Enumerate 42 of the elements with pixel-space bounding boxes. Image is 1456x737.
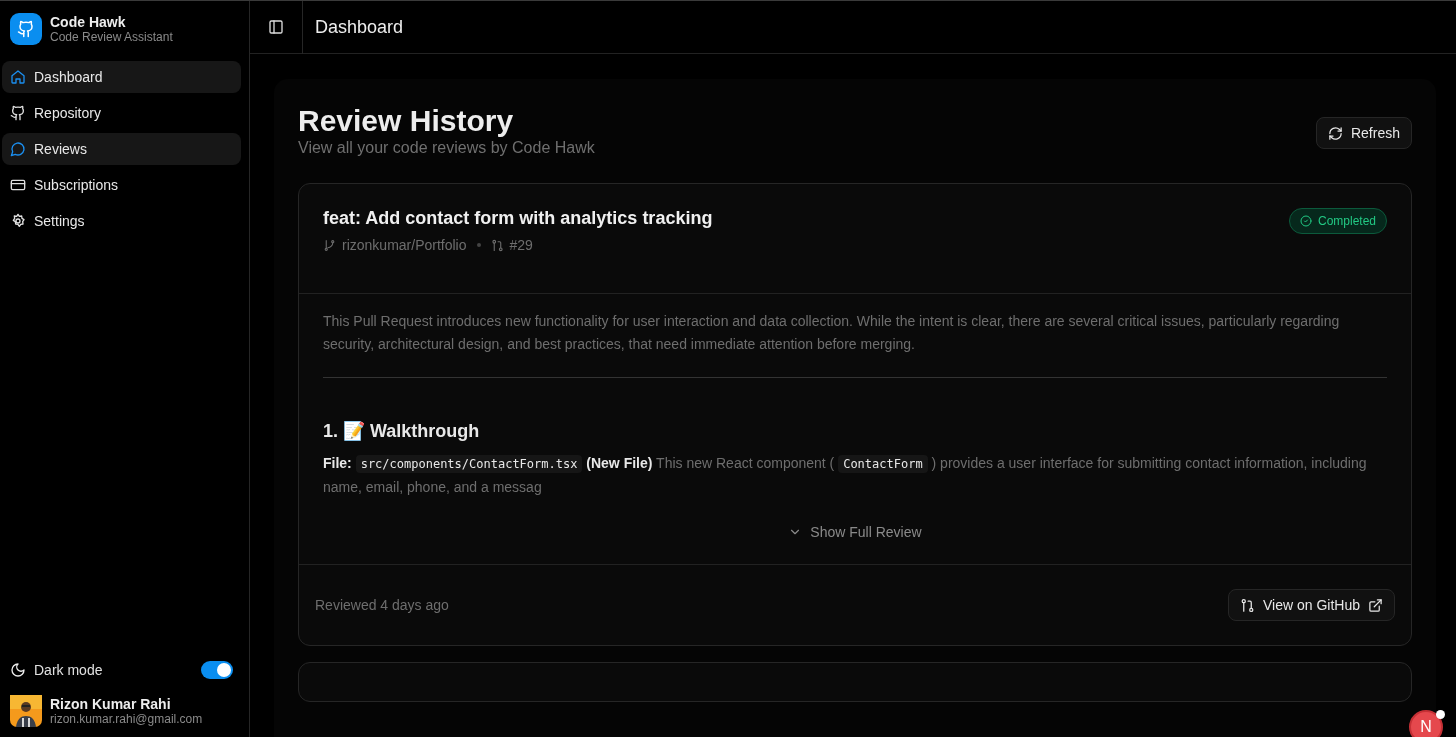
status-badge: Completed <box>1288 208 1387 234</box>
sidebar-item[interactable]: Settings <box>2 205 241 237</box>
show-full-review-button[interactable]: Show Full Review <box>780 520 930 544</box>
dark-mode-label: Dark mode <box>34 662 104 678</box>
app-subtitle: Code Review Assistant <box>50 30 173 44</box>
github-icon <box>10 105 26 121</box>
section-heading: 1. 📝 Walkthrough <box>323 420 481 442</box>
check-circle-icon <box>1299 215 1312 227</box>
pull-request-number: #29 <box>509 237 533 253</box>
indicator-dot <box>1436 710 1445 719</box>
page-title: Review History <box>298 103 515 139</box>
app-name: Code Hawk <box>50 14 127 30</box>
dark-mode-toggle[interactable] <box>201 661 233 679</box>
page-header-title: Dashboard <box>315 16 404 38</box>
sidebar-item[interactable]: Dashboard <box>2 61 241 93</box>
sidebar-item[interactable]: Repository <box>2 97 241 129</box>
review-summary: This Pull Request introduces new functionality for user interaction and data collection. While the intent is clear, there are several critical issues, particularly regarding security, architectural design, and best practices, that need immediate attention before merging. <box>323 312 1341 354</box>
refresh-icon <box>1327 125 1343 141</box>
pull-request-icon <box>490 238 504 252</box>
review-time: Reviewed 4 days ago <box>315 597 449 613</box>
moon-icon <box>10 662 26 678</box>
review-title: feat: Add contact form with analytics tracking <box>323 208 713 229</box>
user-name: Rizon Kumar Rahi <box>50 696 172 712</box>
dev-tools-button[interactable]: N <box>1409 710 1443 737</box>
home-icon <box>10 69 26 85</box>
sidebar-item[interactable]: Subscriptions <box>2 169 241 201</box>
repository-name: rizonkumar/Portfolio <box>342 237 467 253</box>
branch-icon <box>323 238 336 252</box>
user-email: rizon.kumar.rahi@gmail.com <box>50 712 203 726</box>
sidebar-item[interactable]: Reviews <box>2 133 241 165</box>
chat-bubble-icon <box>10 141 26 157</box>
github-icon <box>17 20 35 38</box>
external-link-icon <box>1368 597 1383 613</box>
settings-icon <box>10 213 26 229</box>
view-on-github-button[interactable]: View on GitHub <box>1228 589 1395 621</box>
separator-dot <box>476 243 481 247</box>
sidebar-toggle-icon <box>268 19 284 35</box>
credit-card-icon <box>10 177 26 193</box>
page-subtitle: View all your code reviews by Code Hawk <box>298 139 595 157</box>
refresh-button[interactable]: Refresh <box>1315 117 1412 149</box>
pull-request-icon <box>1240 597 1255 613</box>
review-text: File: src/components/ContactForm.tsx (New File) This new React component ( ContactForm ) provides a user interface for submitting contact information, including name, email, phone, and a messag <box>323 454 1368 497</box>
